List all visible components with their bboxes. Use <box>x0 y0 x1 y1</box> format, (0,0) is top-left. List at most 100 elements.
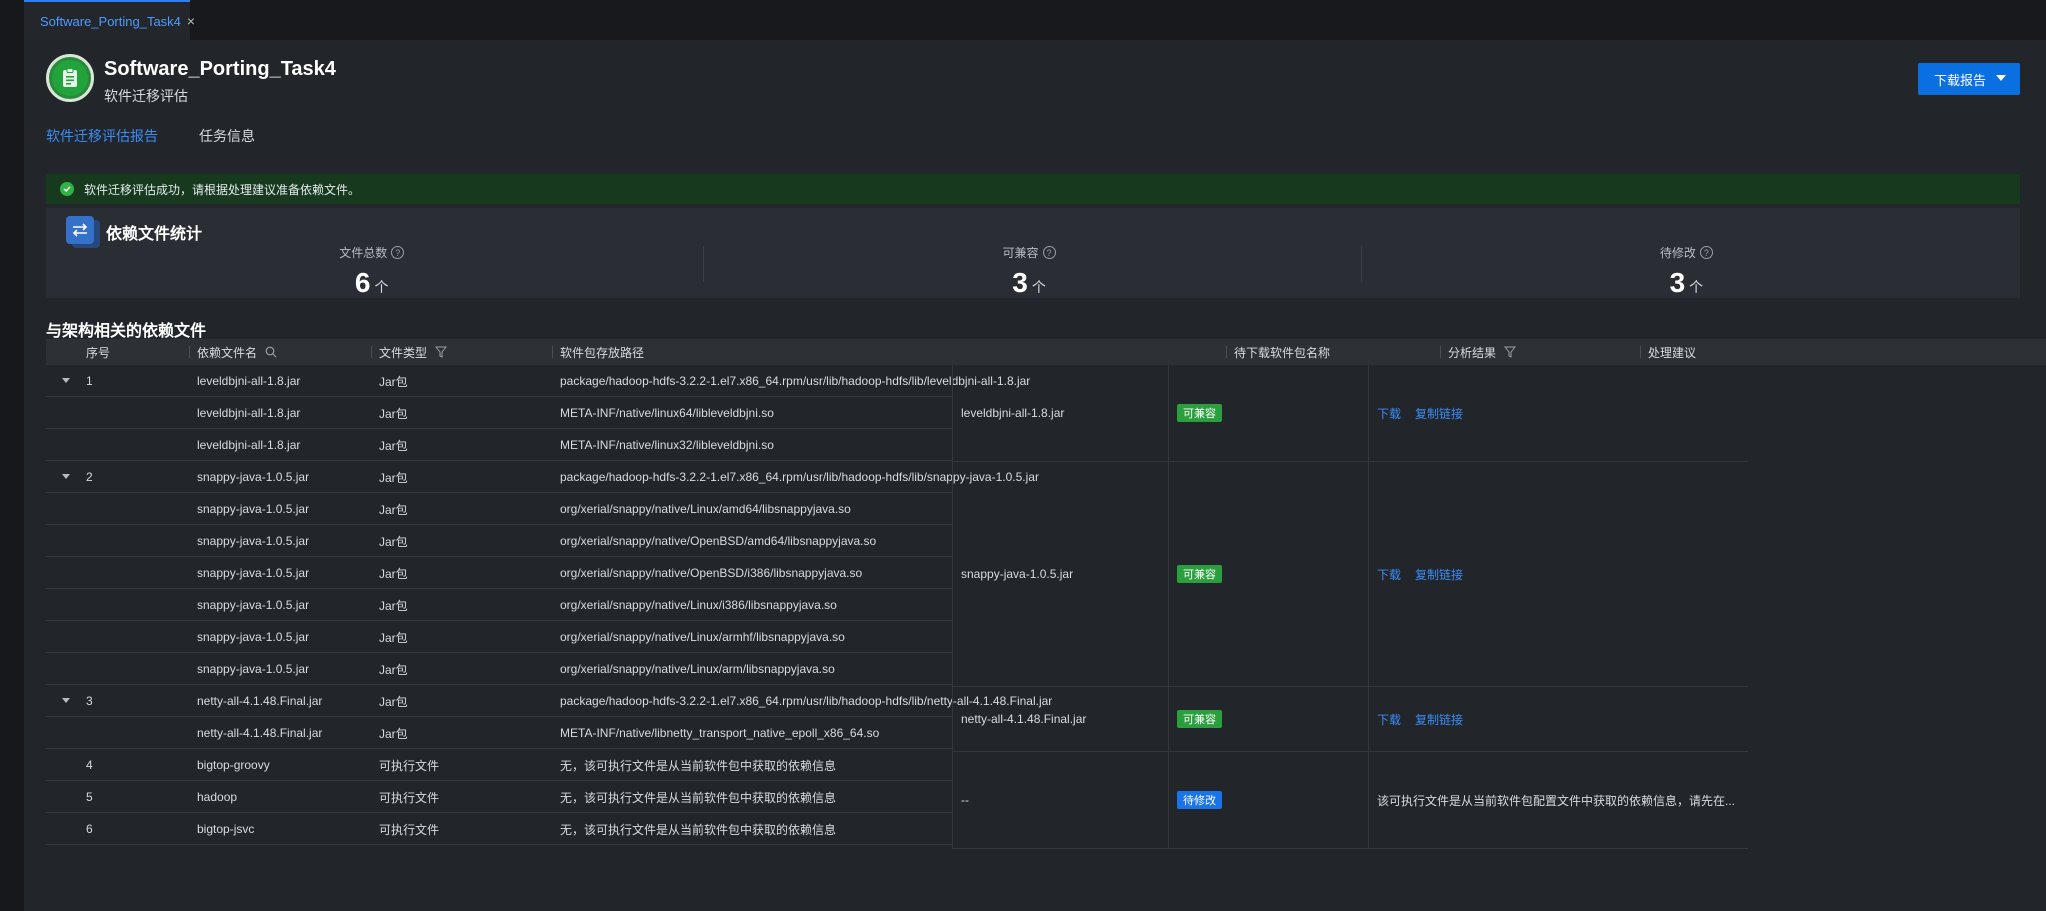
stat-label: 可兼容 <box>1002 246 1039 260</box>
expand-caret-icon[interactable] <box>62 474 70 479</box>
editor-tab-task4[interactable]: Software_Porting_Task4 × <box>24 0 195 40</box>
row-index: 4 <box>86 758 93 772</box>
row-path: org/xerial/snappy/native/Linux/amd64/lib… <box>560 502 851 516</box>
suggestion-cell: 该可执行文件是从当前软件包配置文件中获取的依赖信息，请先在... <box>1368 752 1748 849</box>
col-filename: 依赖文件名 <box>189 339 277 365</box>
suggestion-text: 该可执行文件是从当前软件包配置文件中获取的依赖信息，请先在... <box>1377 793 1736 808</box>
col-package: 待下载软件包名称 <box>1226 339 1330 365</box>
dependency-stats-panel: 依赖文件统计 文件总数? 6个 可兼容? 3个 待修改? 3个 <box>46 208 2020 298</box>
row-filetype: Jar包 <box>379 438 408 453</box>
tab-task-info[interactable]: 任务信息 <box>199 126 255 146</box>
editor-tabbar: Software_Porting_Task4 × <box>24 0 2046 40</box>
help-icon[interactable]: ? <box>1699 246 1713 259</box>
help-icon[interactable]: ? <box>391 246 405 259</box>
col-filetype: 文件类型 <box>371 339 448 365</box>
col-result: 分析结果 <box>1440 339 1517 365</box>
table-row: snappy-java-1.0.5.jar Jar包 org/xerial/snap… <box>46 653 952 685</box>
table-row: 5 hadoop 可执行文件 无，该可执行文件是从当前软件包中获取的依赖信息 <box>46 781 952 813</box>
close-icon[interactable]: × <box>187 13 195 29</box>
success-alert: 软件迁移评估成功，请根据处理建议准备依赖文件。 <box>46 174 2020 204</box>
row-filename: snappy-java-1.0.5.jar <box>197 502 310 516</box>
stat-unit: 个 <box>1689 279 1704 295</box>
result-cell: 待修改 <box>1168 752 1368 849</box>
copy-link[interactable]: 复制链接 <box>1415 566 1463 583</box>
table-row: netty-all-4.1.48.Final.jar Jar包 META-INF/n… <box>46 717 952 749</box>
row-filename: snappy-java-1.0.5.jar <box>197 598 310 612</box>
row-path: 无，该可执行文件是从当前软件包中获取的依赖信息 <box>560 758 837 773</box>
suggestion-cell: 下载 复制链接 <box>1368 462 1748 687</box>
download-link[interactable]: 下载 <box>1377 711 1401 728</box>
table-row: leveldbjni-all-1.8.jar Jar包 META-INF/nativ… <box>46 397 952 429</box>
row-filetype: Jar包 <box>379 374 408 389</box>
row-filename: leveldbjni-all-1.8.jar <box>197 406 301 420</box>
tab-assessment-report[interactable]: 软件迁移评估报告 <box>46 126 158 146</box>
stat-unit: 个 <box>1031 279 1046 295</box>
status-badge: 待修改 <box>1177 791 1222 809</box>
row-filename: hadoop <box>197 790 238 804</box>
suggestion-cell: 下载 复制链接 <box>1368 365 1748 462</box>
row-filename: leveldbjni-all-1.8.jar <box>197 438 301 452</box>
row-index: 6 <box>86 822 93 836</box>
row-filename: leveldbjni-all-1.8.jar <box>197 374 301 388</box>
task-report-icon <box>46 54 94 102</box>
row-filename: bigtop-jsvc <box>197 822 255 836</box>
row-path: org/xerial/snappy/native/Linux/armhf/lib… <box>560 630 845 644</box>
expand-caret-icon[interactable] <box>62 698 70 703</box>
search-icon[interactable] <box>265 346 277 358</box>
package-name-cell: leveldbjni-all-1.8.jar <box>952 365 1168 462</box>
stat-value: 3 <box>1012 267 1028 298</box>
row-filetype: Jar包 <box>379 726 408 741</box>
stat-total-files: 文件总数? 6个 <box>46 244 697 299</box>
row-filetype: Jar包 <box>379 534 408 549</box>
stat-value: 6 <box>354 267 371 298</box>
stat-label: 待修改 <box>1659 246 1696 260</box>
stat-to-modify: 待修改? 3个 <box>1361 244 2012 299</box>
row-filename: snappy-java-1.0.5.jar <box>197 630 310 644</box>
row-filename: snappy-java-1.0.5.jar <box>197 470 310 484</box>
page-title: Software_Porting_Task4 <box>104 58 336 80</box>
page-subtitle: 软件迁移评估 <box>104 88 188 104</box>
table-row: 3 netty-all-4.1.48.Final.jar Jar包 package/h… <box>46 685 1052 717</box>
table-row: snappy-java-1.0.5.jar Jar包 org/xerial/snap… <box>46 557 952 589</box>
filter-icon[interactable] <box>1504 346 1517 358</box>
stats-title: 依赖文件统计 <box>106 226 203 243</box>
row-filetype: 可执行文件 <box>379 790 440 805</box>
row-path: META-INF/native/libnetty_transport_nativ… <box>560 726 880 740</box>
row-filename: snappy-java-1.0.5.jar <box>197 662 310 676</box>
alert-text: 软件迁移评估成功，请根据处理建议准备依赖文件。 <box>84 182 361 197</box>
download-link[interactable]: 下载 <box>1377 405 1401 422</box>
table-header: 序号 依赖文件名 文件类型 软件包存放路径 待下载软件包名称 分析结果 处理建议 <box>46 339 2046 365</box>
package-name-cell: snappy-java-1.0.5.jar <box>952 462 1168 687</box>
copy-link[interactable]: 复制链接 <box>1415 405 1463 422</box>
row-filetype: Jar包 <box>379 406 408 421</box>
main-content: Software_Porting_Task4 软件迁移评估 下载报告 软件迁移评… <box>24 40 2046 911</box>
status-badge: 可兼容 <box>1177 710 1222 728</box>
row-filetype: Jar包 <box>379 502 408 517</box>
download-link[interactable]: 下载 <box>1377 566 1401 583</box>
download-report-label: 下载报告 <box>1934 72 1987 88</box>
row-path: META-INF/native/linux32/libleveldbjni.so <box>560 438 774 452</box>
row-filename: netty-all-4.1.48.Final.jar <box>197 726 323 740</box>
row-index: 2 <box>86 470 93 484</box>
table-row: snappy-java-1.0.5.jar Jar包 org/xerial/snap… <box>46 589 952 621</box>
row-path: org/xerial/snappy/native/OpenBSD/i386/li… <box>560 566 863 580</box>
row-index: 1 <box>86 374 93 388</box>
table-row: snappy-java-1.0.5.jar Jar包 org/xerial/snap… <box>46 525 952 557</box>
col-path: 软件包存放路径 <box>552 339 644 365</box>
row-filename: netty-all-4.1.48.Final.jar <box>197 694 323 708</box>
package-name-cell: -- <box>952 752 1168 849</box>
check-circle-icon <box>60 182 74 196</box>
status-badge: 可兼容 <box>1177 404 1222 422</box>
download-report-button[interactable]: 下载报告 <box>1918 63 2020 95</box>
suggestion-cell: 下载 复制链接 <box>1368 687 1748 752</box>
chevron-down-icon[interactable] <box>1996 75 2006 81</box>
row-index: 3 <box>86 694 93 708</box>
copy-link[interactable]: 复制链接 <box>1415 711 1463 728</box>
package-name-cell: netty-all-4.1.48.Final.jar <box>952 687 1168 752</box>
result-cell: 可兼容 <box>1168 687 1368 752</box>
help-icon[interactable]: ? <box>1042 246 1056 259</box>
table-row: 4 bigtop-groovy 可执行文件 无，该可执行文件是从当前软件包中获取的依赖… <box>46 749 952 781</box>
expand-caret-icon[interactable] <box>62 378 70 383</box>
filter-icon[interactable] <box>435 346 448 358</box>
row-filetype: 可执行文件 <box>379 822 440 837</box>
